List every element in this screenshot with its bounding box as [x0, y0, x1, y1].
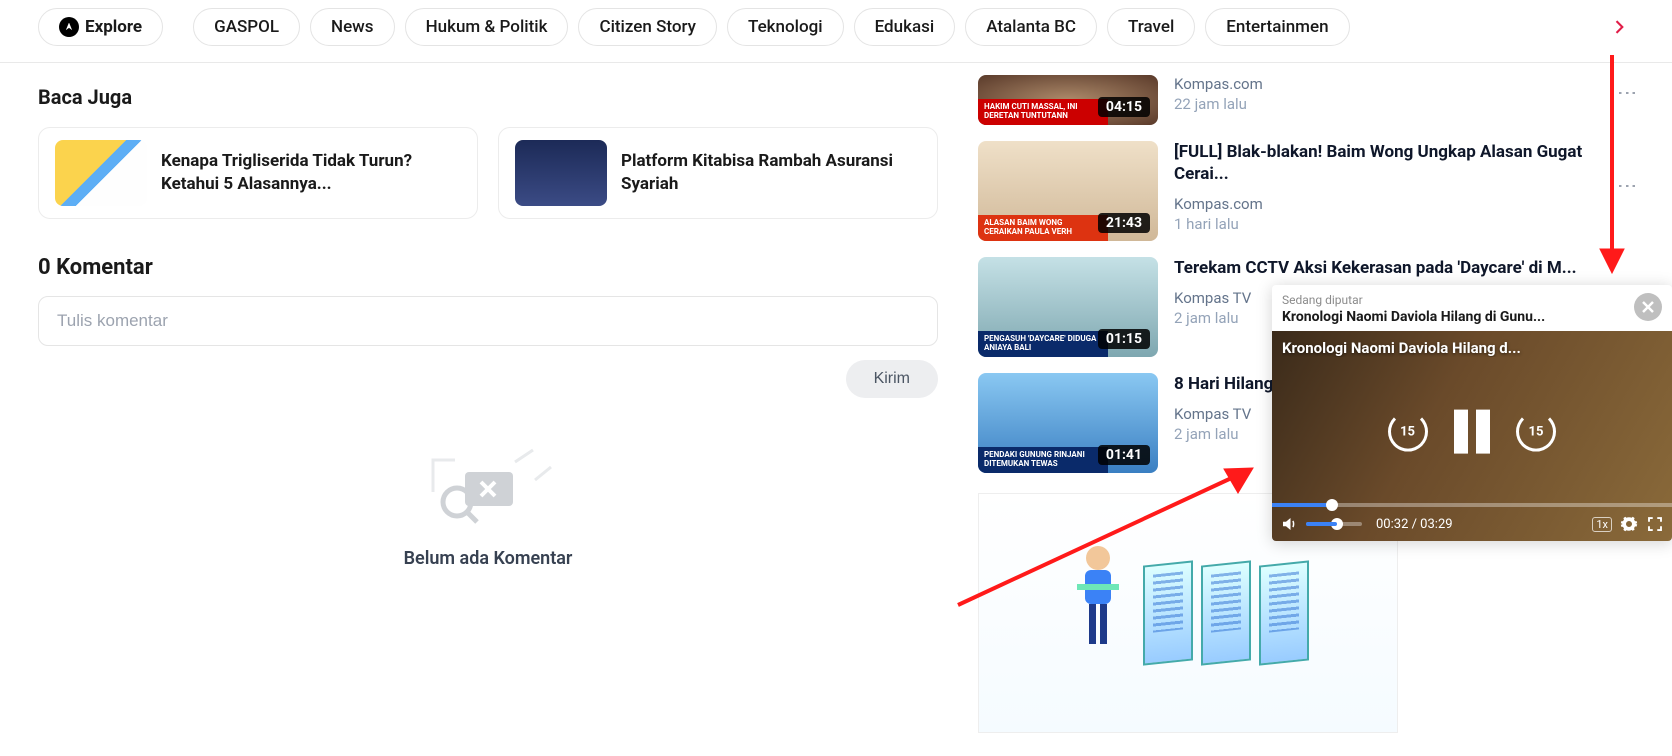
- empty-illustration: [403, 432, 573, 532]
- lower-third: PENGASUH 'DAYCARE' DIDUGA ANIAYA BALI: [978, 331, 1108, 357]
- player-title: Kronologi Naomi Daviola Hilang di Gunu..…: [1282, 309, 1626, 325]
- empty-text: Belum ada Komentar: [38, 548, 938, 569]
- annotation-arrow: [948, 455, 1268, 619]
- video-row[interactable]: HAKIM CUTI MASSAL, INI DERETAN TUNTUTANN…: [978, 75, 1634, 125]
- volume-slider[interactable]: [1306, 522, 1362, 526]
- comments-heading: 0 Komentar: [38, 255, 938, 280]
- video-title: Terekam CCTV Aksi Kekerasan pada 'Daycar…: [1174, 257, 1634, 279]
- read-thumb: [55, 140, 147, 206]
- gear-icon: [1620, 515, 1638, 533]
- video-source: Kompas.com: [1174, 75, 1622, 93]
- read-title: Platform Kitabisa Rambah Asuransi Syaria…: [621, 150, 921, 196]
- video-row[interactable]: ALASAN BAIM WONG CERAIKAN PAULA VERH 21:…: [978, 141, 1634, 241]
- comment-input[interactable]: [38, 296, 938, 346]
- nav-scroll-right[interactable]: [1604, 12, 1634, 42]
- video-duration: 04:15: [1098, 97, 1150, 117]
- top-nav: Explore GASPOL News Hukum & Politik Citi…: [0, 0, 1672, 63]
- video-thumb: PENGASUH 'DAYCARE' DIDUGA ANIAYA BALI 01…: [978, 257, 1158, 357]
- chevron-right-icon: [1609, 17, 1629, 37]
- player-overlay-title: Kronologi Naomi Daviola Hilang d...: [1282, 339, 1612, 357]
- read-card[interactable]: Platform Kitabisa Rambah Asuransi Syaria…: [498, 127, 938, 219]
- speaker-icon: [1280, 515, 1298, 533]
- pause-button[interactable]: [1454, 410, 1490, 454]
- fullscreen-button[interactable]: [1646, 515, 1664, 533]
- nav-item-travel[interactable]: Travel: [1107, 8, 1195, 46]
- video-ago: 22 jam lalu: [1174, 95, 1622, 113]
- read-title: Kenapa Trigliserida Tidak Turun? Ketahui…: [161, 150, 461, 196]
- read-also-heading: Baca Juga: [38, 85, 938, 109]
- speed-button[interactable]: 1x: [1592, 517, 1612, 532]
- nav-explore-label: Explore: [85, 17, 142, 37]
- read-thumb: [515, 140, 607, 206]
- annotation-arrow: [1582, 45, 1642, 289]
- video-thumb: HAKIM CUTI MASSAL, INI DERETAN TUNTUTANN…: [978, 75, 1158, 125]
- close-icon: [1641, 300, 1655, 314]
- player-video[interactable]: Kronologi Naomi Daviola Hilang d... 15 1…: [1272, 331, 1672, 541]
- nav-item-tekno[interactable]: Teknologi: [727, 8, 844, 46]
- player-status: Sedang diputar: [1282, 293, 1626, 307]
- nav-item-citizen[interactable]: Citizen Story: [578, 8, 717, 46]
- nav-item-edukasi[interactable]: Edukasi: [854, 8, 956, 46]
- nav-item-gaspol[interactable]: GASPOL: [193, 8, 300, 46]
- video-duration: 21:43: [1098, 213, 1150, 233]
- settings-button[interactable]: [1620, 515, 1638, 533]
- volume-button[interactable]: [1280, 515, 1298, 533]
- floating-player: Sedang diputar Kronologi Naomi Daviola H…: [1272, 285, 1672, 541]
- compass-icon: [59, 17, 79, 37]
- player-close[interactable]: [1634, 293, 1662, 321]
- send-button[interactable]: Kirim: [846, 360, 938, 398]
- nav-item-atalanta[interactable]: Atalanta BC: [965, 8, 1097, 46]
- video-source: Kompas.com: [1174, 195, 1622, 213]
- read-card[interactable]: Kenapa Trigliserida Tidak Turun? Ketahui…: [38, 127, 478, 219]
- lower-third: ALASAN BAIM WONG CERAIKAN PAULA VERH: [978, 215, 1108, 241]
- fullscreen-icon: [1646, 515, 1664, 533]
- lower-third: HAKIM CUTI MASSAL, INI DERETAN TUNTUTANN: [978, 99, 1108, 125]
- video-thumb: ALASAN BAIM WONG CERAIKAN PAULA VERH 21:…: [978, 141, 1158, 241]
- player-time: 00:32 / 03:29: [1376, 517, 1453, 532]
- video-ago: 1 hari lalu: [1174, 215, 1622, 233]
- video-duration: 01:15: [1098, 329, 1150, 349]
- empty-comments: Belum ada Komentar: [38, 432, 938, 569]
- forward-15-button[interactable]: 15: [1516, 412, 1556, 452]
- nav-item-hukum[interactable]: Hukum & Politik: [405, 8, 569, 46]
- rewind-15-button[interactable]: 15: [1388, 412, 1428, 452]
- video-title: [FULL] Blak-blakan! Baim Wong Ungkap Ala…: [1174, 141, 1622, 185]
- nav-item-entertainment[interactable]: Entertainmen: [1205, 8, 1349, 46]
- nav-explore[interactable]: Explore: [38, 8, 163, 46]
- nav-item-news[interactable]: News: [310, 8, 395, 46]
